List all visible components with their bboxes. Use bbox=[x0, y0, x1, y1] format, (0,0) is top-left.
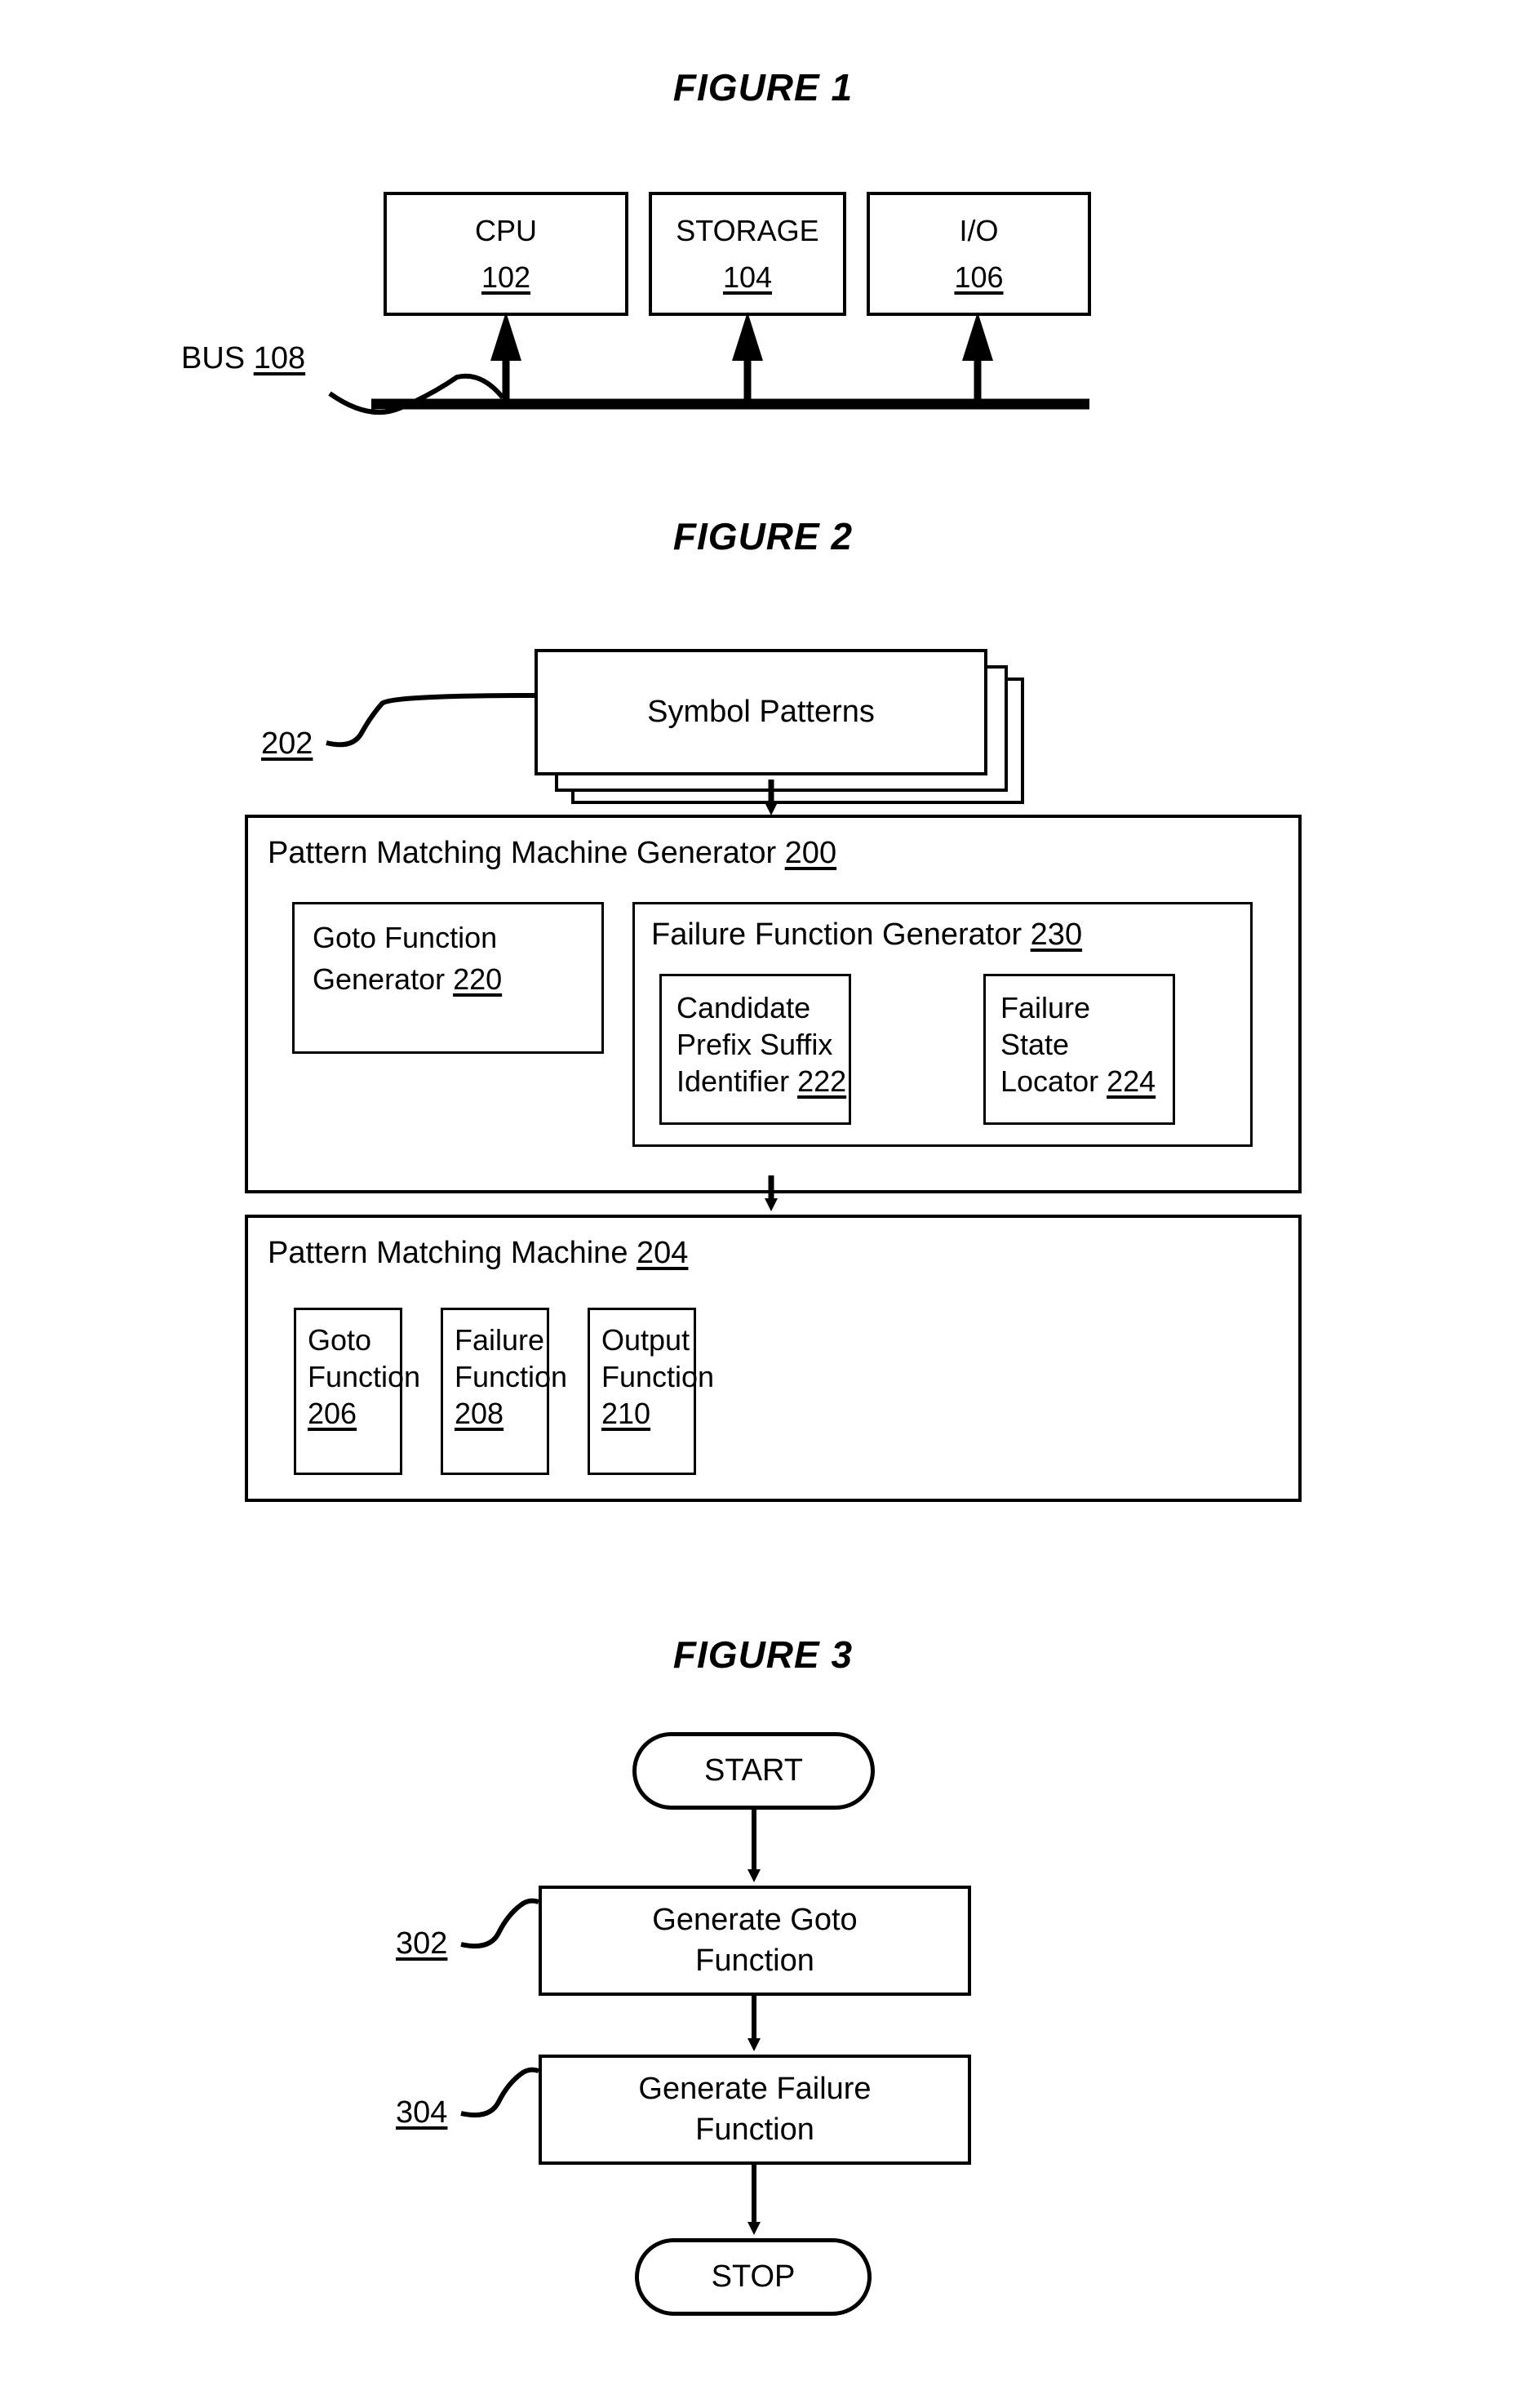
symbol-patterns-label: Symbol Patterns bbox=[647, 694, 875, 729]
fsl-line2: State bbox=[1000, 1028, 1070, 1061]
goto-function-generator-ref: 220 bbox=[453, 962, 503, 996]
flow-step-302-line1: Generate Goto bbox=[652, 1903, 858, 1938]
fsl-line3-text: Locator bbox=[1000, 1064, 1099, 1098]
candidate-prefix-suffix-identifier-box: Candidate Prefix Suffix Identifier 222 bbox=[659, 974, 851, 1125]
pattern-matching-machine-box: Pattern Matching Machine 204 bbox=[245, 1215, 1302, 1502]
fsl-ref: 224 bbox=[1107, 1064, 1156, 1098]
figure1-block-io-ref: 106 bbox=[954, 260, 1004, 294]
failure-function-line1: Failure bbox=[455, 1323, 545, 1357]
figure1-block-storage: STORAGE 104 bbox=[649, 192, 846, 316]
figure1-block-cpu-ref: 102 bbox=[481, 260, 531, 294]
patent-drawing-sheet: FIGURE 1 CPU 102 STORAGE 104 I/O 106 BUS… bbox=[0, 0, 1526, 2408]
cpsi-ref: 222 bbox=[797, 1064, 847, 1098]
figure1-block-storage-label: STORAGE bbox=[676, 214, 819, 247]
pmm-header: Pattern Matching Machine 204 bbox=[268, 1236, 688, 1271]
symbol-patterns-card-front: Symbol Patterns bbox=[535, 649, 987, 775]
figure-2-title: FIGURE 2 bbox=[672, 515, 854, 558]
failure-function-box: Failure Function 208 bbox=[441, 1308, 568, 1475]
step304-leader-squiggle bbox=[460, 2067, 539, 2118]
figure1-bus-connectors bbox=[328, 312, 1089, 415]
ffg-header: Failure Function Generator 230 bbox=[651, 917, 1082, 953]
pmmg-header: Pattern Matching Machine Generator 200 bbox=[268, 836, 836, 871]
flow-terminal-stop: STOP bbox=[635, 2238, 872, 2316]
failure-function-line2: Function bbox=[455, 1360, 568, 1393]
figure1-block-cpu-label: CPU bbox=[474, 214, 537, 247]
figure-3-title: FIGURE 3 bbox=[672, 1633, 854, 1676]
cpsi-line3: Identifier 222 bbox=[676, 1063, 849, 1100]
goto-function-generator-line1: Goto Function bbox=[313, 921, 498, 954]
goto-function-line1: Goto bbox=[308, 1323, 372, 1357]
bus-leader-squiggle bbox=[328, 373, 505, 415]
flow-step-generate-goto-function: Generate Goto Function bbox=[539, 1886, 971, 1996]
output-function-line1: Output bbox=[601, 1323, 690, 1357]
flow-terminal-start: START bbox=[632, 1732, 875, 1810]
goto-function-generator-line2: Generator 220 bbox=[313, 961, 601, 997]
ffg-header-ref: 230 bbox=[1030, 917, 1083, 952]
figure1-block-cpu: CPU 102 bbox=[384, 192, 628, 316]
figure1-bus-label-text: BUS bbox=[181, 341, 246, 375]
goto-function-line2: Function bbox=[308, 1360, 421, 1393]
goto-function-generator-line2-text: Generator bbox=[313, 962, 446, 996]
cpsi-line1: Candidate bbox=[676, 991, 811, 1024]
failure-function-ref: 208 bbox=[455, 1397, 504, 1430]
output-function-ref: 210 bbox=[601, 1397, 651, 1430]
cpsi-line2: Prefix Suffix bbox=[676, 1028, 833, 1061]
pmmg-header-ref: 200 bbox=[784, 836, 837, 870]
bus-arrow-storage bbox=[732, 312, 763, 361]
flow-step-302-line2: Function bbox=[695, 1943, 814, 1978]
step302-leader-squiggle bbox=[460, 1898, 539, 1949]
flow-step-generate-failure-function: Generate Failure Function bbox=[539, 2055, 971, 2165]
output-function-line2: Function bbox=[601, 1360, 715, 1393]
goto-function-ref: 206 bbox=[308, 1397, 357, 1430]
figure1-block-io: I/O 106 bbox=[867, 192, 1091, 316]
pmmg-header-label: Pattern Matching Machine Generator bbox=[268, 836, 777, 870]
symbol-patterns-ref: 202 bbox=[261, 726, 313, 761]
figure-1-title: FIGURE 1 bbox=[672, 66, 854, 109]
cpsi-line3-text: Identifier bbox=[676, 1064, 790, 1098]
bus-arrow-io bbox=[962, 312, 993, 361]
goto-function-generator-box: Goto Function Generator 220 bbox=[292, 902, 604, 1054]
figure1-bus-label: BUS 108 bbox=[181, 341, 305, 376]
ffg-header-label: Failure Function Generator bbox=[651, 917, 1023, 952]
pmm-header-ref: 204 bbox=[637, 1236, 689, 1270]
figure1-bus-ref: 108 bbox=[253, 341, 306, 375]
flow-step-302-ref: 302 bbox=[396, 1926, 448, 1961]
flow-step-304-ref: 304 bbox=[396, 2095, 448, 2130]
fsl-line3: Locator 224 bbox=[1000, 1063, 1173, 1100]
figure1-block-io-label: I/O bbox=[959, 214, 999, 247]
pmm-header-label: Pattern Matching Machine bbox=[268, 1236, 628, 1270]
figure1-block-storage-ref: 104 bbox=[722, 260, 773, 294]
failure-state-locator-box: Failure State Locator 224 bbox=[983, 974, 1175, 1125]
fsl-line1: Failure bbox=[1000, 991, 1091, 1024]
bus-arrow-cpu bbox=[490, 312, 521, 361]
output-function-box: Output Function 210 bbox=[588, 1308, 715, 1475]
flow-step-304-line1: Generate Failure bbox=[638, 2072, 872, 2107]
goto-function-box: Goto Function 206 bbox=[294, 1308, 421, 1475]
symbol-patterns-leader-squiggle bbox=[326, 693, 535, 748]
flow-step-304-line2: Function bbox=[695, 2112, 814, 2147]
